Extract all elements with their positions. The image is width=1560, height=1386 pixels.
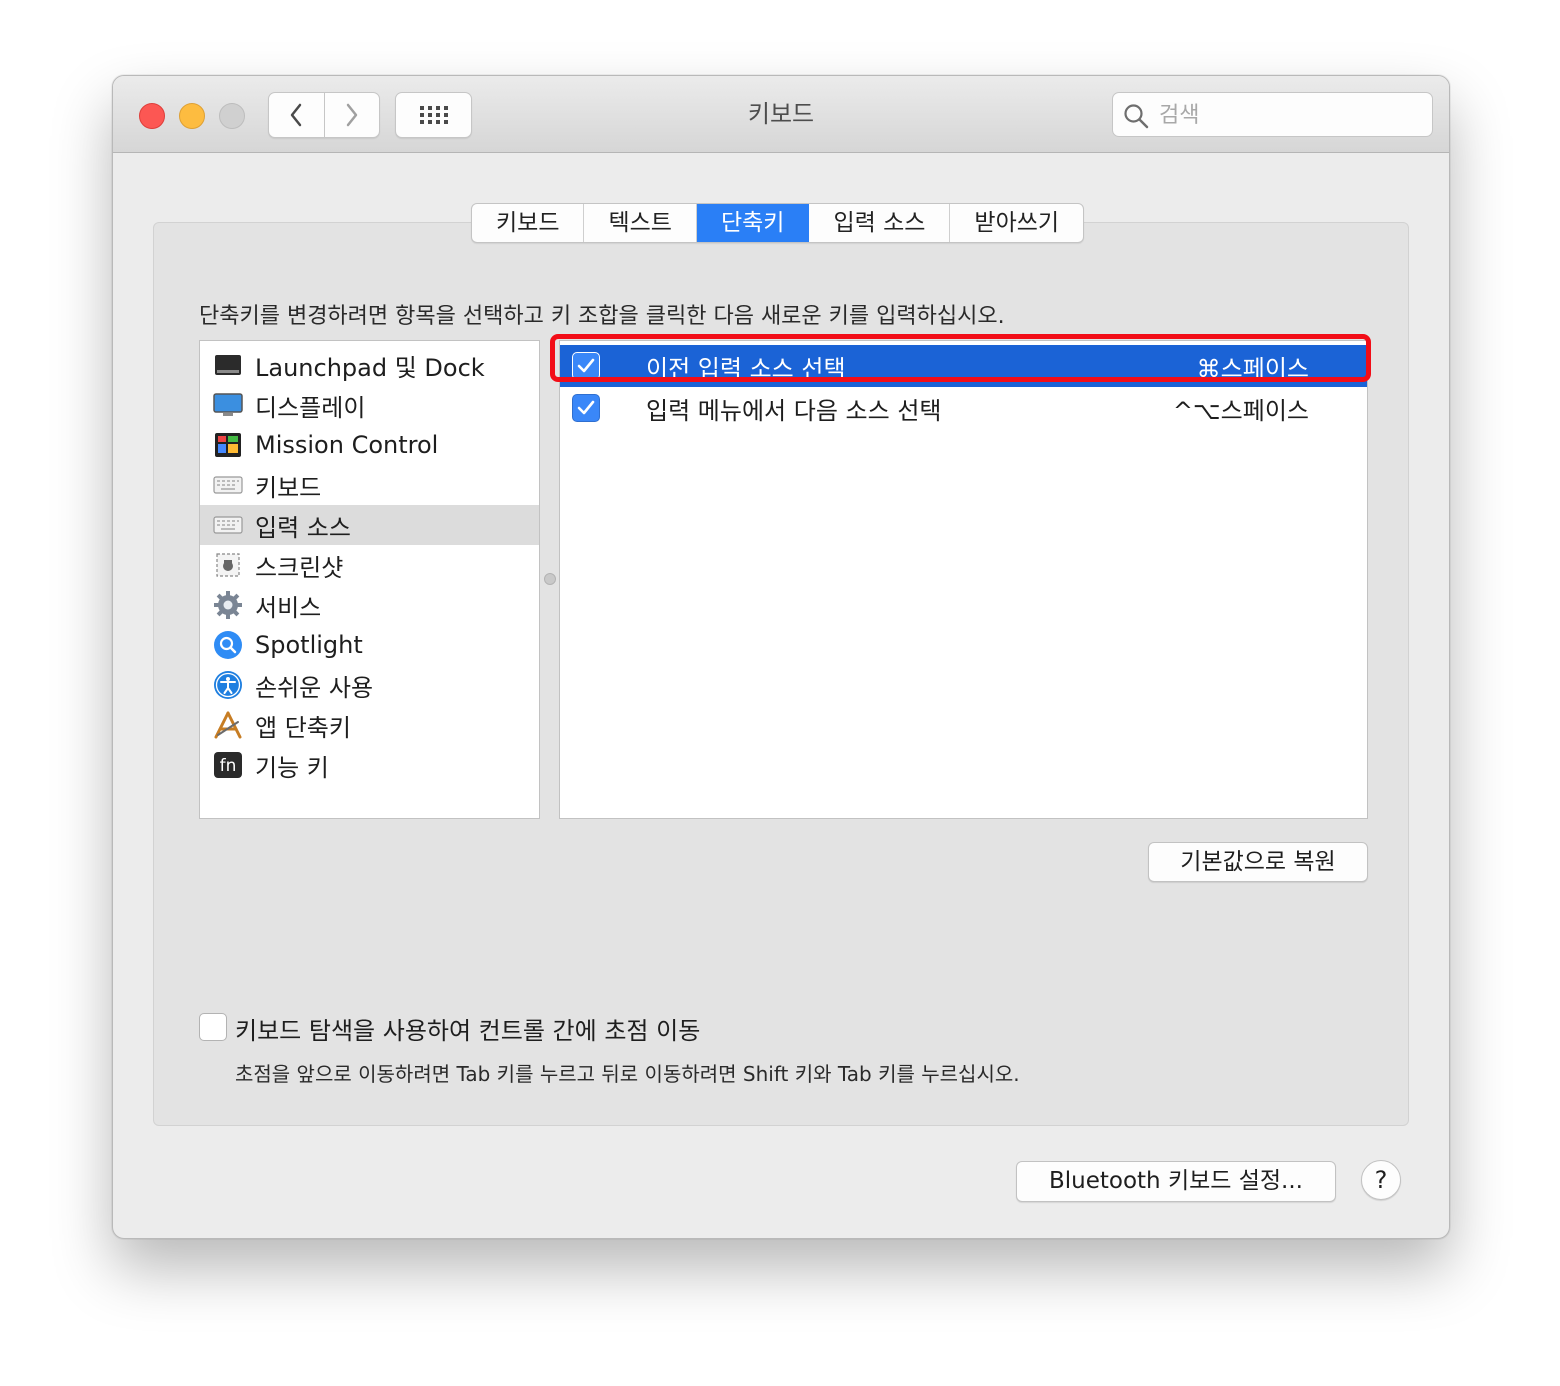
keyboard-navigation-hint: 초점을 앞으로 이동하려면 Tab 키를 누르고 뒤로 이동하려면 Shift … [235, 1062, 1020, 1086]
category-function-keys[interactable]: fn 기능 키 [200, 745, 539, 785]
category-label: Spotlight [255, 631, 363, 659]
keyboard-navigation-checkbox[interactable] [199, 1013, 227, 1041]
shortcut-label: 이전 입력 소스 선택 [646, 354, 846, 383]
shortcut-key-combo[interactable]: ^⌥스페이스 [1173, 391, 1309, 426]
category-accessibility[interactable]: 손쉬운 사용 [200, 665, 539, 705]
checkmark-icon [577, 358, 595, 373]
category-label: 디스플레이 [255, 393, 366, 422]
show-all-button[interactable] [395, 92, 472, 138]
shortcut-row[interactable]: 이전 입력 소스 선택 ⌘스페이스 [560, 345, 1367, 387]
category-label: 입력 소스 [255, 513, 351, 542]
svg-text:fn: fn [220, 756, 237, 776]
chevron-right-icon [346, 103, 357, 127]
category-app-shortcuts[interactable]: 앱 단축키 [200, 705, 539, 745]
app-shortcuts-icon [213, 710, 243, 740]
search-icon [1124, 104, 1149, 129]
keyboard-preferences-window: 키보드 키보드 텍스트 단축키 입력 소스 받아쓰기 단축키를 변경하려면 항목… [112, 75, 1450, 1239]
minimize-window-button[interactable] [179, 103, 205, 129]
tab-input-sources[interactable]: 입력 소스 [809, 204, 951, 242]
shortcut-category-list: Launchpad 및 Dock 디스플레이 Mission Control 키… [199, 340, 540, 819]
category-spotlight[interactable]: Spotlight [200, 625, 539, 665]
category-launchpad-dock[interactable]: Launchpad 및 Dock [200, 345, 539, 385]
chevron-left-icon [291, 103, 302, 127]
help-button[interactable]: ? [1361, 1160, 1401, 1200]
close-window-button[interactable] [139, 103, 165, 129]
forward-button[interactable] [323, 93, 380, 137]
category-label: 키보드 [255, 473, 322, 502]
category-input-sources[interactable]: 입력 소스 [200, 505, 539, 545]
tab-bar: 키보드 텍스트 단축키 입력 소스 받아쓰기 [471, 203, 1085, 243]
category-label: Mission Control [255, 431, 439, 459]
category-label: 기능 키 [255, 753, 329, 782]
screenshot-icon [213, 550, 243, 580]
tab-dictation[interactable]: 받아쓰기 [950, 204, 1083, 242]
grid-icon [419, 106, 448, 124]
tab-shortcuts[interactable]: 단축키 [696, 204, 810, 242]
title-bar: 키보드 [113, 76, 1449, 153]
keyboard-icon [213, 470, 243, 500]
tab-text[interactable]: 텍스트 [584, 204, 697, 242]
shortcut-label: 입력 메뉴에서 다음 소스 선택 [646, 396, 942, 425]
display-icon [213, 390, 243, 420]
split-view-divider[interactable] [544, 573, 556, 585]
instructions-text: 단축키를 변경하려면 항목을 선택하고 키 조합을 클릭한 다음 새로운 키를 … [199, 304, 1005, 329]
bluetooth-keyboard-setup-button[interactable]: Bluetooth 키보드 설정... [1016, 1161, 1336, 1202]
shortcut-enabled-checkbox[interactable] [572, 394, 600, 422]
category-label: 손쉬운 사용 [255, 673, 374, 702]
navigation-buttons [268, 92, 380, 138]
search-field[interactable] [1112, 92, 1433, 137]
tab-keyboard[interactable]: 키보드 [472, 204, 585, 242]
category-display[interactable]: 디스플레이 [200, 385, 539, 425]
zoom-window-button[interactable] [219, 103, 245, 129]
shortcut-key-combo[interactable]: ⌘스페이스 [1197, 349, 1309, 384]
spotlight-icon [213, 630, 243, 660]
accessibility-icon [213, 670, 243, 700]
shortcut-list: 이전 입력 소스 선택 ⌘스페이스 입력 메뉴에서 다음 소스 선택 ^⌥스페이… [559, 340, 1368, 819]
category-label: 앱 단축키 [255, 713, 351, 742]
checkmark-icon [577, 400, 595, 415]
search-input[interactable] [1157, 97, 1421, 133]
category-mission-control[interactable]: Mission Control [200, 425, 539, 465]
category-services[interactable]: 서비스 [200, 585, 539, 625]
launchpad-dock-icon [213, 350, 243, 380]
fn-key-icon: fn [213, 750, 243, 780]
shortcut-row[interactable]: 입력 메뉴에서 다음 소스 선택 ^⌥스페이스 [560, 387, 1367, 429]
category-label: 서비스 [255, 593, 322, 622]
keyboard-icon [213, 510, 243, 540]
gear-icon [213, 590, 243, 620]
category-keyboard[interactable]: 키보드 [200, 465, 539, 505]
category-label: 스크린샷 [255, 553, 344, 582]
restore-defaults-button[interactable]: 기본값으로 복원 [1148, 842, 1368, 882]
category-screenshot[interactable]: 스크린샷 [200, 545, 539, 585]
shortcut-enabled-checkbox[interactable] [572, 352, 600, 380]
category-label: Launchpad 및 Dock [255, 353, 485, 382]
keyboard-navigation-label: 키보드 탐색을 사용하여 컨트롤 간에 초점 이동 [235, 1017, 701, 1045]
mission-control-icon [213, 430, 243, 460]
back-button[interactable] [269, 93, 324, 137]
